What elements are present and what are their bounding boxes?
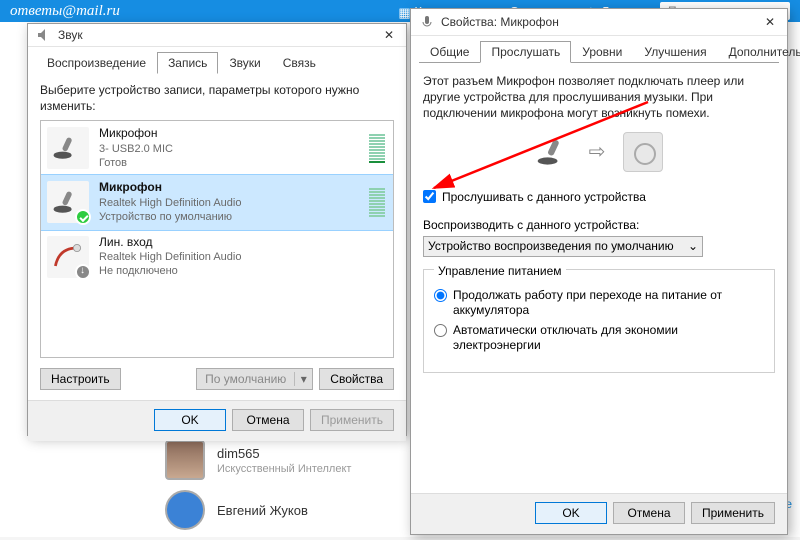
- properties-button[interactable]: Свойства: [319, 368, 394, 390]
- apply-button[interactable]: Применить: [310, 409, 394, 431]
- titlebar[interactable]: Звук ✕: [28, 24, 406, 47]
- sound-dialog: Звук ✕ Воспроизведение Запись Звуки Связ…: [27, 23, 407, 436]
- chevron-down-icon: ⌄: [688, 239, 698, 253]
- power-management-group: Управление питанием Продолжать работу пр…: [423, 269, 775, 373]
- device-item[interactable]: Микрофон 3- USB2.0 MIC Готов: [41, 121, 393, 175]
- window-title: Звук: [58, 28, 374, 42]
- tab-communications[interactable]: Связь: [272, 52, 327, 74]
- level-meter: [369, 134, 385, 163]
- cancel-button[interactable]: Отмена: [232, 409, 304, 431]
- device-status: Готов: [99, 156, 359, 170]
- grid-icon: ▦: [398, 5, 410, 17]
- diagram: ⇨: [423, 132, 775, 172]
- device-list[interactable]: Микрофон 3- USB2.0 MIC Готов Микрофон Re…: [40, 120, 394, 358]
- ok-button[interactable]: OK: [154, 409, 226, 431]
- arrow-right-icon: ⇨: [589, 139, 606, 164]
- tab-general[interactable]: Общие: [419, 41, 480, 63]
- close-button[interactable]: ✕: [374, 24, 404, 46]
- microphone-icon: [535, 134, 571, 170]
- titlebar[interactable]: Свойства: Микрофон ✕: [411, 9, 787, 36]
- device-desc: Realtek High Definition Audio: [99, 250, 387, 264]
- leader-item[interactable]: dim565 Искусственный Интеллект: [165, 440, 351, 480]
- description-text: Этот разъем Микрофон позволяет подключат…: [423, 73, 775, 122]
- close-button[interactable]: ✕: [755, 11, 785, 33]
- device-desc: 3- USB2.0 MIC: [99, 142, 359, 156]
- pm-continue-label: Продолжать работу при переходе на питани…: [453, 288, 764, 319]
- device-name: Микрофон: [99, 180, 359, 196]
- speaker-icon: [36, 27, 52, 43]
- window-title: Свойства: Микрофон: [441, 15, 755, 29]
- instruction-text: Выберите устройство записи, параметры ко…: [40, 83, 394, 114]
- playthrough-select[interactable]: Устройство воспроизведения по умолчанию …: [423, 236, 703, 257]
- device-desc: Realtek High Definition Audio: [99, 196, 359, 210]
- group-legend: Управление питанием: [434, 264, 566, 278]
- device-name: Микрофон: [99, 126, 359, 142]
- device-status: Устройство по умолчанию: [99, 210, 359, 224]
- playthrough-label: Воспроизводить с данного устройства:: [423, 218, 775, 232]
- tabs: Воспроизведение Запись Звуки Связь: [28, 47, 406, 73]
- microphone-icon: [47, 181, 89, 223]
- microphone-icon: [47, 127, 89, 169]
- check-badge-icon: [75, 209, 91, 225]
- leader-item[interactable]: Евгений Жуков: [165, 490, 351, 530]
- device-item[interactable]: Лин. вход Realtek High Definition Audio …: [41, 230, 393, 284]
- pm-autooff-radio[interactable]: [434, 324, 447, 337]
- configure-button[interactable]: Настроить: [40, 368, 121, 390]
- tabs: Общие Прослушать Уровни Улучшения Дополн…: [411, 36, 787, 62]
- pm-continue-radio[interactable]: [434, 289, 447, 302]
- device-item-selected[interactable]: Микрофон Realtek High Definition Audio У…: [41, 175, 393, 229]
- tab-recording[interactable]: Запись: [157, 52, 218, 74]
- level-meter: [369, 188, 385, 217]
- cancel-button[interactable]: Отмена: [613, 502, 685, 524]
- speaker-icon: [623, 132, 663, 172]
- leader-sub: Искусственный Интеллект: [217, 463, 351, 475]
- microphone-icon: [419, 14, 435, 30]
- tab-levels[interactable]: Уровни: [571, 41, 633, 63]
- avatar: [165, 440, 205, 480]
- device-name: Лин. вход: [99, 235, 387, 251]
- tab-listen[interactable]: Прослушать: [480, 41, 571, 63]
- device-status: Не подключено: [99, 264, 387, 278]
- chevron-down-icon: ▾: [294, 372, 312, 386]
- leaders-list: dim565 Искусственный Интеллект Евгений Ж…: [165, 440, 351, 540]
- leader-name: dim565: [217, 446, 351, 461]
- apply-button[interactable]: Применить: [691, 502, 775, 524]
- mic-properties-dialog: Свойства: Микрофон ✕ Общие Прослушать Ур…: [410, 8, 788, 535]
- line-in-icon: [47, 236, 89, 278]
- tab-enhancements[interactable]: Улучшения: [633, 41, 717, 63]
- pm-autooff-label: Автоматически отключать для экономии эле…: [453, 323, 764, 354]
- set-default-dropdown[interactable]: По умолчанию ▾: [196, 368, 313, 390]
- avatar: [165, 490, 205, 530]
- ok-button[interactable]: OK: [535, 502, 607, 524]
- tab-playback[interactable]: Воспроизведение: [36, 52, 157, 74]
- listen-checkbox-label: Прослушивать с данного устройства: [442, 190, 646, 204]
- tab-sounds[interactable]: Звуки: [218, 52, 271, 74]
- arrow-down-badge-icon: [75, 264, 91, 280]
- site-logo[interactable]: ответы@mail.ru: [10, 3, 120, 20]
- tab-advanced[interactable]: Дополнительно: [718, 41, 800, 63]
- listen-checkbox[interactable]: [423, 190, 436, 203]
- leader-name: Евгений Жуков: [217, 503, 308, 518]
